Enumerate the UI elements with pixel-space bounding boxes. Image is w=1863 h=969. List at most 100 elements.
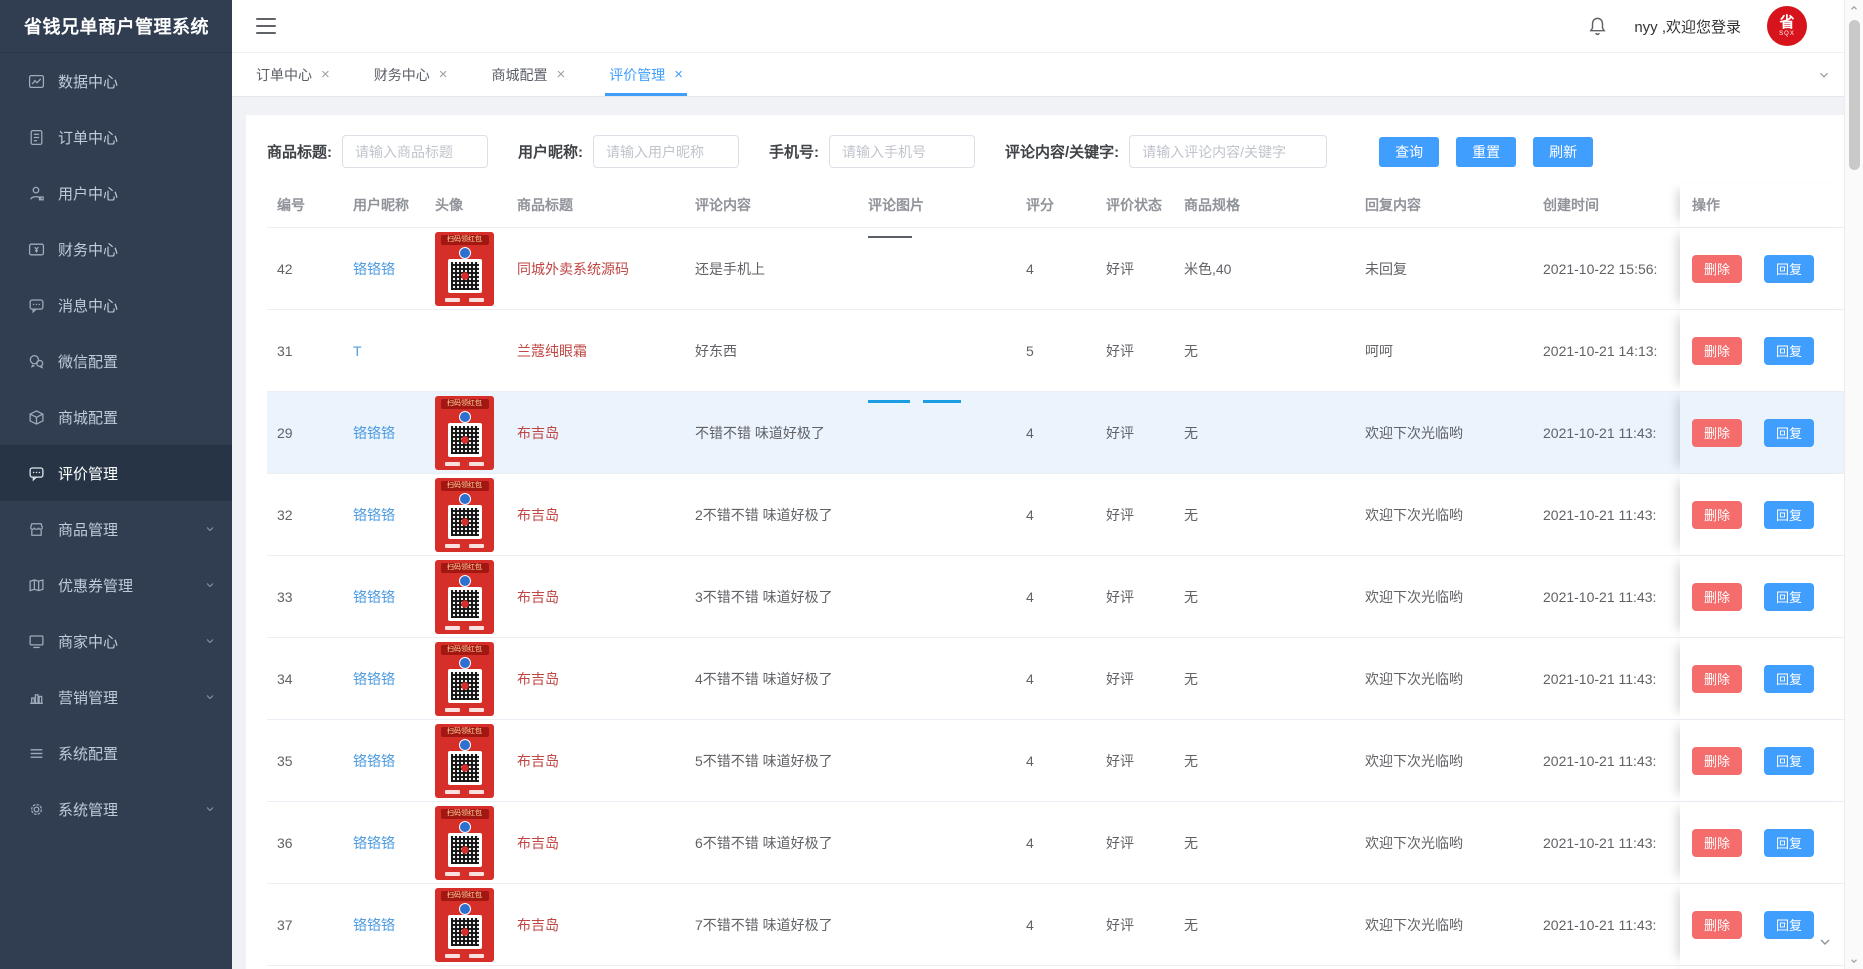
nickname-link[interactable]: 铬铬铬 (353, 671, 395, 687)
user-avatar-image[interactable]: 扫码领红包 (435, 478, 494, 552)
nickname-link[interactable]: 铬铬铬 (353, 425, 395, 441)
reply-text: 呵呵 (1355, 341, 1533, 361)
reply-text: 欢迎下次光临哟 (1355, 833, 1533, 853)
reply-button[interactable]: 回复 (1764, 337, 1814, 365)
avatar[interactable]: 省 SQX (1767, 6, 1807, 46)
product-title-link[interactable]: 布吉岛 (517, 835, 559, 851)
nickname-input[interactable] (593, 135, 739, 168)
delete-button[interactable]: 删除 (1692, 747, 1742, 775)
nickname-link[interactable]: 铬铬铬 (353, 261, 395, 277)
delete-button[interactable]: 删除 (1692, 665, 1742, 693)
nickname-link[interactable]: 铬铬铬 (353, 753, 395, 769)
bell-icon[interactable] (1587, 16, 1608, 37)
delete-button[interactable]: 删除 (1692, 419, 1742, 447)
delete-button[interactable]: 删除 (1692, 911, 1742, 939)
reply-button[interactable]: 回复 (1764, 419, 1814, 447)
scroll-down-icon[interactable] (1849, 953, 1859, 969)
sidebar-item-system-management[interactable]: 系统管理 (0, 781, 232, 837)
sidebar-item-mall-config[interactable]: 商城配置 (0, 389, 232, 445)
close-icon[interactable]: × (674, 67, 683, 82)
broken-image-links[interactable] (868, 400, 961, 403)
chevron-down-icon[interactable] (1817, 934, 1833, 955)
delete-button[interactable]: 删除 (1692, 255, 1742, 283)
user-avatar-image[interactable]: 扫码领红包 (435, 560, 494, 634)
sidebar-item-coupon-management[interactable]: 优惠券管理 (0, 557, 232, 613)
sidebar-item-order-center[interactable]: 订单中心 (0, 109, 232, 165)
product-title-input[interactable] (342, 135, 488, 168)
delete-button[interactable]: 删除 (1692, 583, 1742, 611)
sidebar-item-user-center[interactable]: 用户中心 (0, 165, 232, 221)
user-avatar-image[interactable]: 扫码领红包 (435, 642, 494, 716)
reset-button[interactable]: 重置 (1456, 137, 1516, 167)
poster-footer (435, 790, 494, 794)
product-title-link[interactable]: 同城外卖系统源码 (517, 261, 629, 277)
column-header: 商品规格 (1174, 195, 1355, 215)
spec-text: 米色,40 (1174, 259, 1355, 279)
poster-text: 扫码领红包 (441, 235, 489, 245)
delete-button[interactable]: 删除 (1692, 337, 1742, 365)
product-title-link[interactable]: 布吉岛 (517, 753, 559, 769)
sidebar-item-label: 微信配置 (58, 351, 118, 372)
sidebar-item-label: 用户中心 (58, 183, 118, 204)
gear-icon (28, 800, 46, 818)
sidebar-item-review-management[interactable]: 评价管理 (0, 445, 232, 501)
sidebar-item-marketing-management[interactable]: 营销管理 (0, 669, 232, 725)
reply-button[interactable]: 回复 (1764, 829, 1814, 857)
reply-button[interactable]: 回复 (1764, 665, 1814, 693)
sidebar-item-wechat-config[interactable]: 微信配置 (0, 333, 232, 389)
rating-value: 4 (1016, 261, 1096, 277)
user-avatar-image[interactable]: 扫码领红包 (435, 888, 494, 962)
nickname-link[interactable]: 铬铬铬 (353, 589, 395, 605)
scrollbar-thumb[interactable] (1849, 20, 1860, 170)
sidebar-item-product-management[interactable]: 商品管理 (0, 501, 232, 557)
nickname-link[interactable]: 铬铬铬 (353, 507, 395, 523)
reply-button[interactable]: 回复 (1764, 255, 1814, 283)
filter-label: 评论内容/关键字: (1005, 141, 1119, 162)
reply-button[interactable]: 回复 (1764, 501, 1814, 529)
delete-button[interactable]: 删除 (1692, 829, 1742, 857)
sidebar-item-data-center[interactable]: 数据中心 (0, 53, 232, 109)
rating-value: 4 (1016, 589, 1096, 605)
sidebar-item-system-config[interactable]: 系统配置 (0, 725, 232, 781)
delete-button[interactable]: 删除 (1692, 501, 1742, 529)
nickname-link[interactable]: 铬铬铬 (353, 917, 395, 933)
refresh-button[interactable]: 刷新 (1533, 137, 1593, 167)
tab-finance-center[interactable]: 财务中心 × (374, 53, 448, 96)
sidebar-item-label: 优惠券管理 (58, 575, 133, 596)
tab-mall-config[interactable]: 商城配置 × (492, 53, 566, 96)
tab-order-center[interactable]: 订单中心 × (256, 53, 330, 96)
qr-code-image (448, 915, 482, 949)
user-avatar-image[interactable]: 扫码领红包 (435, 806, 494, 880)
row-id: 31 (267, 343, 343, 359)
comment-keyword-input[interactable] (1129, 135, 1327, 168)
sidebar-item-finance-center[interactable]: 财务中心 (0, 221, 232, 277)
product-title-link[interactable]: 布吉岛 (517, 425, 559, 441)
tab-review-management[interactable]: 评价管理 × (609, 53, 683, 96)
user-avatar-image[interactable]: 扫码领红包 (435, 232, 494, 306)
close-icon[interactable]: × (439, 67, 448, 82)
reply-button[interactable]: 回复 (1764, 747, 1814, 775)
product-title-link[interactable]: 布吉岛 (517, 507, 559, 523)
phone-input[interactable] (829, 135, 975, 168)
reply-button[interactable]: 回复 (1764, 583, 1814, 611)
sidebar-item-merchant-center[interactable]: 商家中心 (0, 613, 232, 669)
scroll-up-icon[interactable] (1849, 0, 1859, 16)
reply-button[interactable]: 回复 (1764, 911, 1814, 939)
nickname-link[interactable]: 铬铬铬 (353, 835, 395, 851)
product-title-link[interactable]: 布吉岛 (517, 917, 559, 933)
hamburger-menu-icon[interactable] (256, 18, 276, 34)
product-title-link[interactable]: 布吉岛 (517, 671, 559, 687)
close-icon[interactable]: × (557, 67, 566, 82)
search-button[interactable]: 查询 (1379, 137, 1439, 167)
close-icon[interactable]: × (321, 67, 330, 82)
product-title-link[interactable]: 兰蔻纯眼霜 (517, 343, 587, 359)
nickname-link[interactable]: T (353, 343, 362, 359)
chevron-down-icon[interactable] (1817, 53, 1831, 96)
product-title-link[interactable]: 布吉岛 (517, 589, 559, 605)
reply-text: 欢迎下次光临哟 (1355, 423, 1533, 443)
page-scrollbar[interactable] (1844, 0, 1863, 969)
user-avatar-image[interactable]: 扫码领红包 (435, 724, 494, 798)
sidebar-item-message-center[interactable]: 消息中心 (0, 277, 232, 333)
status-text: 好评 (1096, 833, 1174, 853)
user-avatar-image[interactable]: 扫码领红包 (435, 396, 494, 470)
